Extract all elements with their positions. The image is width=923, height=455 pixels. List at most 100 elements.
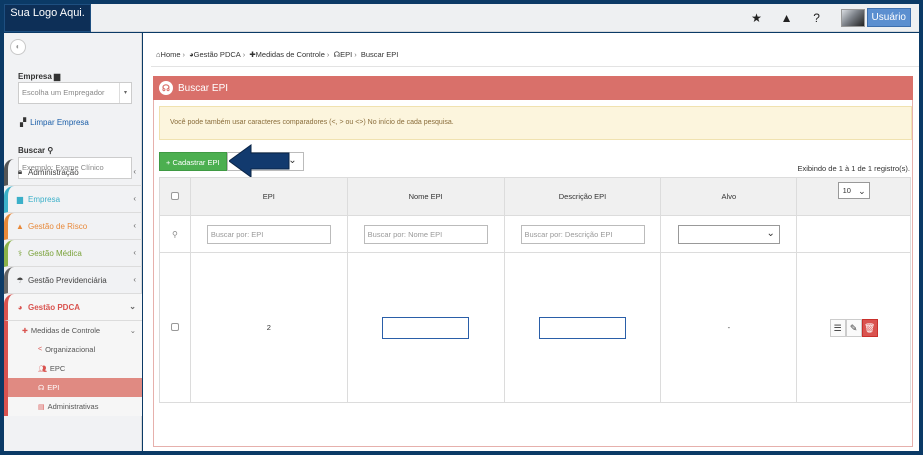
view-details-icon[interactable]: ☰ bbox=[829, 318, 846, 337]
breadcrumb-current: Buscar EPI bbox=[360, 50, 399, 59]
pdca-icon: ◕ bbox=[17, 302, 23, 312]
share-icon: < bbox=[38, 346, 43, 353]
help-icon[interactable]: ? bbox=[811, 11, 823, 25]
empresa-select[interactable]: Escolha um Empregador ▾ bbox=[18, 82, 132, 104]
filter-alvo-select[interactable]: ⌄ bbox=[677, 224, 780, 244]
cell-alvo: - bbox=[660, 252, 798, 403]
info-alert: Você pode também usar caracteres compara… bbox=[159, 106, 912, 140]
headset-icon: ☊ bbox=[159, 81, 173, 95]
building-icon: ▆ bbox=[54, 72, 61, 81]
panel-title: Buscar EPI bbox=[178, 82, 229, 94]
breadcrumb: ⌂Home › ◕Gestão PDCA › ✚Medidas de Control… bbox=[156, 50, 399, 59]
main-content: ⌂Home › ◕Gestão PDCA › ✚Medidas de Control… bbox=[143, 33, 919, 451]
top-icons: ★ ▲ ? Usuário bbox=[751, 8, 911, 27]
cell-descricao bbox=[503, 252, 662, 403]
select-all-cell bbox=[159, 177, 191, 216]
nome-value-box bbox=[382, 316, 470, 339]
sidebar-item-epc[interactable]: 👥︎ EPC bbox=[4, 359, 142, 378]
filter-epi-input[interactable]: Buscar por: EPI bbox=[206, 224, 331, 244]
chevron-left-icon: ‹ bbox=[133, 221, 136, 230]
sidebar-item-administrativas[interactable]: ▤ Administrativas bbox=[4, 397, 142, 416]
star-icon[interactable]: ★ bbox=[751, 11, 763, 25]
chevron-left-icon: ‹ bbox=[133, 248, 136, 257]
column-header-epi[interactable]: EPI bbox=[189, 177, 348, 216]
breadcrumb-gestao-pdca[interactable]: Gestão PDCA bbox=[194, 50, 241, 59]
building-icon: ▆ bbox=[16, 194, 24, 204]
limpar-empresa-link[interactable]: ▞ Limpar Empresa bbox=[20, 118, 89, 127]
users-icon: 👥︎ bbox=[38, 365, 47, 373]
filter-nome-input[interactable]: Buscar por: Nome EPI bbox=[363, 224, 488, 244]
filter-cell-nome: Buscar por: Nome EPI bbox=[346, 215, 505, 253]
filter-cell-empty bbox=[796, 215, 911, 253]
filter-cell-alvo: ⌄ bbox=[660, 215, 798, 253]
headset-icon: ☊ bbox=[38, 384, 45, 392]
filter-row: ⚲ Buscar por: EPI Buscar por: Nome EPI B… bbox=[159, 215, 911, 253]
cell-nome bbox=[346, 252, 505, 403]
top-bar: ★ ▲ ? Usuário bbox=[4, 4, 919, 32]
breadcrumb-epi[interactable]: EPI bbox=[340, 50, 352, 59]
chevron-down-icon: ⌄ bbox=[766, 227, 775, 239]
sidebar-item-gestao-previdenciaria[interactable]: ☂ Gestão Previdenciária ‹ bbox=[4, 267, 142, 294]
epi-table: EPI Nome EPI Descrição EPI Alvo 10 ⌄ ⚲ Bu… bbox=[159, 177, 911, 403]
user-button[interactable]: Usuário bbox=[866, 8, 911, 27]
sidebar-toggle-icon[interactable]: ◐ bbox=[10, 39, 26, 55]
sidebar-item-organizacional[interactable]: < Organizacional bbox=[4, 340, 142, 359]
delete-icon[interactable]: 🗑︎ bbox=[861, 318, 878, 337]
chevron-left-icon: ‹ bbox=[133, 275, 136, 284]
column-header-nome[interactable]: Nome EPI bbox=[346, 177, 505, 216]
chevron-down-icon: ⌄ bbox=[858, 186, 866, 196]
logo[interactable]: Sua Logo Aqui. bbox=[4, 4, 91, 32]
filter-cell-descricao: Buscar por: Descrição EPI bbox=[503, 215, 662, 253]
stethoscope-icon: ⚕ bbox=[17, 248, 23, 258]
empresa-label: Empresa ▆ bbox=[18, 72, 61, 81]
filter-descricao-input[interactable]: Buscar por: Descrição EPI bbox=[520, 224, 645, 244]
warning-icon: ▲ bbox=[16, 221, 24, 231]
sidebar-item-epi[interactable]: ☊ EPI bbox=[4, 378, 142, 397]
edit-icon[interactable]: ✎ bbox=[845, 318, 862, 337]
cell-actions: ☰ ✎ 🗑︎ bbox=[796, 252, 911, 403]
sidebar-item-medidas-controle[interactable]: ✚ Medidas de Controle ⌄ bbox=[4, 321, 142, 340]
search-icon: ⚲ bbox=[172, 229, 178, 239]
chevron-down-icon: ⌄ bbox=[129, 326, 136, 335]
sidebar-item-gestao-pdca[interactable]: ◕ Gestão PDCA ⌄ bbox=[4, 294, 142, 321]
chevron-down-icon: ⌄ bbox=[129, 302, 136, 311]
add-epi-button[interactable]: + Cadastrar EPI bbox=[159, 152, 227, 171]
user-menu[interactable]: Usuário bbox=[840, 8, 911, 27]
filter-cell-epi: Buscar por: EPI bbox=[189, 215, 348, 253]
row-actions: ☰ ✎ 🗑︎ bbox=[829, 318, 878, 337]
buscar-label: Buscar ⚲ bbox=[18, 146, 54, 155]
table-row: 2 - ☰ ✎ 🗑︎ bbox=[159, 252, 911, 403]
records-info: Exibindo de 1 à 1 de 1 registro(s). bbox=[797, 164, 910, 173]
column-header-alvo[interactable]: Alvo bbox=[660, 177, 798, 216]
descricao-value-box bbox=[539, 316, 626, 339]
pointer-arrow-icon bbox=[229, 144, 290, 178]
document-icon: ▤ bbox=[38, 403, 45, 411]
cell-epi: 2 bbox=[189, 252, 348, 403]
page-length-cell: 10 ⌄ bbox=[796, 177, 911, 216]
sidebar-item-empresa[interactable]: ▆ Empresa ‹ bbox=[4, 186, 142, 213]
sidebar-menu: 🔒︎ Administração ‹ ▆ Empresa ‹ ▲ Gestão … bbox=[4, 159, 142, 416]
avatar bbox=[840, 8, 865, 27]
table-header-row: EPI Nome EPI Descrição EPI Alvo 10 ⌄ bbox=[159, 177, 911, 216]
search-icon: ⚲ bbox=[47, 146, 54, 155]
column-header-descricao[interactable]: Descrição EPI bbox=[503, 177, 662, 216]
plus-cross-icon: ✚ bbox=[22, 327, 28, 335]
page-length-select[interactable]: 10 ⌄ bbox=[837, 182, 870, 199]
chevron-left-icon: ‹ bbox=[133, 194, 136, 203]
filter-search-cell: ⚲ bbox=[159, 215, 191, 253]
breadcrumb-home[interactable]: Home bbox=[161, 50, 181, 59]
sidebar-item-gestao-risco[interactable]: ▲ Gestão de Risco ‹ bbox=[4, 213, 142, 240]
umbrella-icon: ☂ bbox=[16, 275, 24, 285]
lock-icon: 🔒︎ bbox=[17, 167, 23, 176]
select-all-checkbox[interactable] bbox=[170, 191, 179, 200]
eraser-icon: ▞ bbox=[20, 118, 27, 127]
row-select-cell bbox=[159, 252, 191, 403]
row-checkbox[interactable] bbox=[170, 322, 179, 331]
panel-header: ☊ Buscar EPI bbox=[153, 76, 913, 100]
chevron-left-icon: ‹ bbox=[133, 167, 136, 176]
sidebar-item-gestao-medica[interactable]: ⚕ Gestão Médica ‹ bbox=[4, 240, 142, 267]
warning-icon[interactable]: ▲ bbox=[781, 11, 793, 25]
sidebar-item-administracao[interactable]: 🔒︎ Administração ‹ bbox=[4, 159, 142, 186]
breadcrumb-medidas-controle[interactable]: Medidas de Controle bbox=[256, 50, 325, 59]
chevron-down-icon: ▾ bbox=[119, 83, 131, 103]
